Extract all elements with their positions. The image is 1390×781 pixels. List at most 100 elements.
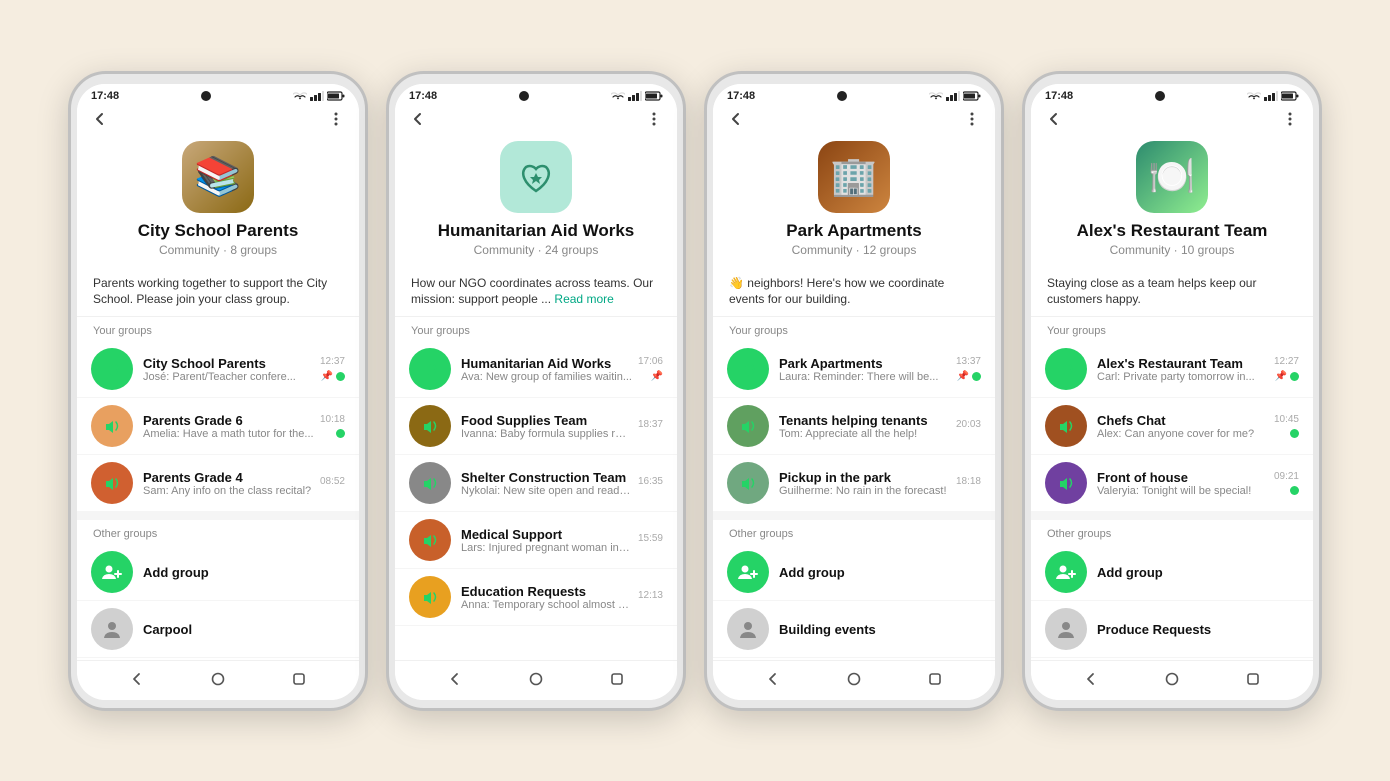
bottom-nav-bar — [77, 660, 359, 700]
online-indicator — [972, 372, 981, 381]
group-preview: José: Parent/Teacher confere... — [143, 371, 314, 383]
group-item-0[interactable]: Park Apartments Laura: Reminder: There w… — [713, 341, 995, 398]
group-name: Park Apartments — [779, 356, 950, 371]
group-preview: Tom: Appreciate all the help! — [779, 428, 950, 440]
group-text: Add group — [1097, 565, 1299, 580]
group-icon — [727, 462, 769, 504]
group-item-1[interactable]: Tenants helping tenants Tom: Appreciate … — [713, 398, 995, 455]
group-item-2[interactable]: Front of house Valeryia: Tonight will be… — [1031, 455, 1313, 512]
back-button[interactable] — [1045, 110, 1063, 133]
more-button[interactable] — [963, 110, 981, 133]
other-groups-label: Other groups — [713, 520, 995, 544]
other-group-item-1[interactable]: Produce Requests — [1031, 601, 1313, 658]
community-meta: Community · 12 groups — [792, 243, 917, 257]
group-icon — [727, 348, 769, 390]
online-indicator — [336, 372, 345, 381]
group-time: 12:27 — [1274, 356, 1299, 367]
more-button[interactable] — [645, 110, 663, 133]
group-item-4[interactable]: Education Requests Anna: Temporary schoo… — [395, 569, 677, 626]
your-groups-label: Your groups — [1031, 317, 1313, 341]
group-item-0[interactable]: City School Parents José: Parent/Teacher… — [77, 341, 359, 398]
group-preview: Nykolai: New site open and ready for ... — [461, 485, 632, 497]
group-text: Add group — [143, 565, 345, 580]
community-name: City School Parents — [138, 221, 299, 241]
read-more-link[interactable]: Read more — [554, 292, 613, 306]
group-right: 10:45 — [1274, 414, 1299, 438]
group-text: Medical Support Lars: Injured pregnant w… — [461, 527, 632, 554]
group-name: City School Parents — [143, 356, 314, 371]
group-item-2[interactable]: Shelter Construction Team Nykolai: New s… — [395, 455, 677, 512]
community-header: 🏢 Park Apartments Community · 12 groups — [713, 137, 995, 267]
section-divider — [713, 512, 995, 520]
nav-back-button[interactable] — [126, 668, 148, 690]
nav-recents-button[interactable] — [924, 668, 946, 690]
other-group-item-1[interactable]: Building events — [713, 601, 995, 658]
community-avatar: 🍽️ — [1136, 141, 1208, 213]
nav-back-button[interactable] — [1080, 668, 1102, 690]
more-button[interactable] — [327, 110, 345, 133]
group-right: 12:27 📌 — [1274, 356, 1299, 382]
phone-4: 17:48 🍽️ Alex's Restaurant Team Communit… — [1022, 71, 1322, 711]
nav-home-button[interactable] — [1161, 668, 1183, 690]
back-button[interactable] — [727, 110, 745, 133]
nav-back-button[interactable] — [762, 668, 784, 690]
community-name: Alex's Restaurant Team — [1077, 221, 1268, 241]
group-item-1[interactable]: Parents Grade 6 Amelia: Have a math tuto… — [77, 398, 359, 455]
nav-recents-button[interactable] — [288, 668, 310, 690]
group-item-0[interactable]: Humanitarian Aid Works Ava: New group of… — [395, 341, 677, 398]
group-text: Produce Requests — [1097, 622, 1299, 637]
time-label: 17:48 — [1045, 90, 1073, 102]
your-groups-label: Your groups — [713, 317, 995, 341]
group-name: Add group — [1097, 565, 1299, 580]
group-name: Food Supplies Team — [461, 413, 632, 428]
pin-icon: 📌 — [957, 371, 969, 382]
nav-recents-button[interactable] — [606, 668, 628, 690]
group-time: 20:03 — [956, 419, 981, 430]
group-time: 16:35 — [638, 476, 663, 487]
group-name: Add group — [143, 565, 345, 580]
nav-home-button[interactable] — [207, 668, 229, 690]
group-item-1[interactable]: Chefs Chat Alex: Can anyone cover for me… — [1031, 398, 1313, 455]
group-icon — [409, 405, 451, 447]
group-text: Tenants helping tenants Tom: Appreciate … — [779, 413, 950, 440]
group-item-2[interactable]: Parents Grade 4 Sam: Any info on the cla… — [77, 455, 359, 512]
group-time: 08:52 — [320, 476, 345, 487]
group-name: Front of house — [1097, 470, 1268, 485]
more-button[interactable] — [1281, 110, 1299, 133]
group-item-3[interactable]: Medical Support Lars: Injured pregnant w… — [395, 512, 677, 569]
community-header: 🍽️ Alex's Restaurant Team Community · 10… — [1031, 137, 1313, 267]
group-icon — [1045, 462, 1087, 504]
group-text: Parents Grade 6 Amelia: Have a math tuto… — [143, 413, 314, 440]
nav-home-button[interactable] — [525, 668, 547, 690]
group-list: Your groups Humanitarian Aid Works Ava: … — [395, 317, 677, 659]
group-right: 18:37 — [638, 419, 663, 434]
nav-home-button[interactable] — [843, 668, 865, 690]
community-name: Park Apartments — [786, 221, 921, 241]
group-name: Pickup in the park — [779, 470, 950, 485]
other-group-item-0[interactable]: Add group — [713, 544, 995, 601]
group-text: Front of house Valeryia: Tonight will be… — [1097, 470, 1268, 497]
other-groups-label: Other groups — [1031, 520, 1313, 544]
back-button[interactable] — [409, 110, 427, 133]
group-time: 10:45 — [1274, 414, 1299, 425]
group-text: Humanitarian Aid Works Ava: New group of… — [461, 356, 632, 383]
nav-back-button[interactable] — [444, 668, 466, 690]
group-icon — [91, 348, 133, 390]
group-preview: Laura: Reminder: There will be... — [779, 371, 950, 383]
group-icon — [1045, 348, 1087, 390]
other-group-item-1[interactable]: Carpool — [77, 601, 359, 658]
pin-icon: 📌 — [651, 371, 663, 382]
other-group-item-0[interactable]: Add group — [1031, 544, 1313, 601]
other-groups-label: Other groups — [77, 520, 359, 544]
group-right: 10:18 — [320, 414, 345, 438]
group-item-0[interactable]: Alex's Restaurant Team Carl: Private par… — [1031, 341, 1313, 398]
other-group-item-0[interactable]: Add group — [77, 544, 359, 601]
group-item-2[interactable]: Pickup in the park Guilherme: No rain in… — [713, 455, 995, 512]
group-item-1[interactable]: Food Supplies Team Ivanna: Baby formula … — [395, 398, 677, 455]
group-name: Add group — [779, 565, 981, 580]
back-button[interactable] — [91, 110, 109, 133]
status-bar: 17:48 — [77, 84, 359, 104]
group-name: Chefs Chat — [1097, 413, 1268, 428]
group-icon — [409, 519, 451, 561]
nav-recents-button[interactable] — [1242, 668, 1264, 690]
